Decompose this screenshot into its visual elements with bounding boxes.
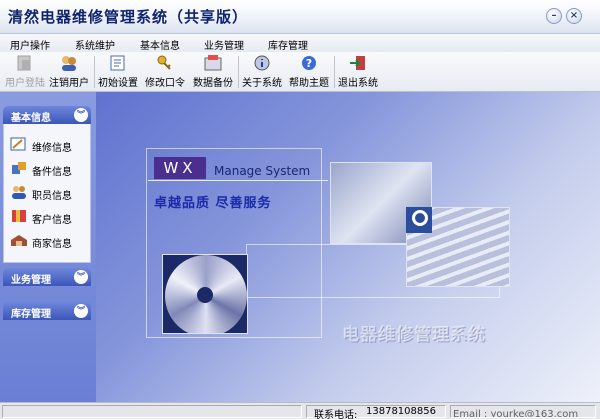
expand-chevron-icon[interactable]: ︾ <box>74 304 88 318</box>
staff-icon <box>12 186 26 199</box>
parts-icon <box>12 162 26 174</box>
change-password-label: 修改口令 <box>145 78 185 89</box>
group-business-title: 业务管理 <box>11 275 51 286</box>
menu-bar: 用户操作 系统维护 基本信息 业务管理 库存管理 <box>0 34 600 52</box>
settings-icon <box>110 55 125 71</box>
group-inventory-header[interactable]: 库存管理 ︾ <box>3 302 91 320</box>
minimize-button[interactable]: – <box>546 8 562 24</box>
logout-button[interactable]: 注销用户 <box>48 54 90 90</box>
sidebar-item-label: 职员信息 <box>32 191 72 202</box>
group-business-header[interactable]: 业务管理 ︾ <box>3 268 91 286</box>
expand-chevron-icon[interactable]: ︾ <box>74 270 88 284</box>
cd-photo <box>162 254 248 334</box>
status-panel-email: Email : yourke@163.com <box>450 405 596 418</box>
group-basic-info-header[interactable]: 基本信息 ︾ <box>3 106 91 124</box>
sidebar-item-label: 商家信息 <box>32 239 72 250</box>
menu-inventory[interactable]: 库存管理 <box>268 37 308 52</box>
toolbar-separator <box>238 56 239 88</box>
about-label: 关于系统 <box>242 78 282 89</box>
group-inventory-title: 库存管理 <box>11 309 51 320</box>
phone-value: 13878108856 <box>366 406 436 417</box>
keys-icon <box>157 55 171 70</box>
toolbar: 用户登陆 注销用户 初始设置 修改口令 数据备份 关于系统 ? 帮助主题 退出系… <box>0 52 600 92</box>
slogan: 卓越品质 尽善服务 <box>154 196 272 211</box>
menu-user-ops[interactable]: 用户操作 <box>10 37 50 52</box>
change-password-button[interactable]: 修改口令 <box>144 54 186 90</box>
exit-icon <box>350 56 365 70</box>
system-watermark: 电器维修管理系统 <box>342 325 486 345</box>
exit-label: 退出系统 <box>338 78 378 89</box>
help-button[interactable]: ? 帮助主题 <box>287 54 331 90</box>
backup-label: 数据备份 <box>193 78 233 89</box>
toolbar-separator <box>334 56 335 88</box>
group-basic-info-body: 维修信息 备件信息 职员信息 客户信息 商家信息 <box>3 124 91 263</box>
main-splash: WX Manage System 卓越品质 尽善服务 电器维修管理系统 <box>96 92 600 402</box>
brand-logo-box: WX <box>154 157 206 179</box>
logout-label: 注销用户 <box>49 78 89 89</box>
email-text: Email : yourke@163.com <box>453 409 579 418</box>
close-button[interactable]: × <box>566 8 582 24</box>
brand-text: Manage System <box>214 164 311 178</box>
status-bar: 联系电话: 13878108856 Email : yourke@163.com <box>0 402 600 419</box>
menu-basic-info[interactable]: 基本信息 <box>140 37 180 52</box>
help-label: 帮助主题 <box>289 78 329 89</box>
sidebar: 基本信息 ︾ 维修信息 备件信息 职员信息 客户信息 商家信息 业务管理 ︾ 库… <box>0 92 96 402</box>
init-settings-label: 初始设置 <box>98 78 138 89</box>
customer-icon <box>12 210 26 222</box>
svg-text:?: ? <box>306 57 312 70</box>
menu-system-maintenance[interactable]: 系统维护 <box>75 37 115 52</box>
login-label: 用户登陆 <box>5 78 45 89</box>
collapse-chevron-icon[interactable]: ︾ <box>74 108 88 122</box>
window-title: 清然电器维修管理系统（共享版） <box>8 8 249 26</box>
group-basic-info-title: 基本信息 <box>11 113 51 124</box>
repair-icon <box>10 137 26 151</box>
sidebar-item-label: 客户信息 <box>32 215 72 226</box>
menu-business[interactable]: 业务管理 <box>204 37 244 52</box>
login-button[interactable]: 用户登陆 <box>4 54 46 90</box>
merchant-icon <box>11 235 27 246</box>
about-button[interactable]: 关于系统 <box>241 54 283 90</box>
users-icon <box>62 56 76 71</box>
brand-underline <box>148 180 328 181</box>
login-icon <box>17 55 31 71</box>
help-icon: ? <box>302 56 316 70</box>
sidebar-item-label: 维修信息 <box>32 143 72 154</box>
phone-label: 联系电话: <box>314 410 358 419</box>
init-settings-button[interactable]: 初始设置 <box>97 54 139 90</box>
status-panel <box>2 405 302 418</box>
toolbar-separator <box>94 56 95 88</box>
backup-button[interactable]: 数据备份 <box>191 54 235 90</box>
exit-button[interactable]: 退出系统 <box>337 54 379 90</box>
browser-logo-icon <box>406 207 432 233</box>
database-icon <box>204 55 222 71</box>
sidebar-item-label: 备件信息 <box>32 167 72 178</box>
title-bar: 清然电器维修管理系统（共享版） – × <box>0 0 600 34</box>
info-icon <box>254 55 270 71</box>
